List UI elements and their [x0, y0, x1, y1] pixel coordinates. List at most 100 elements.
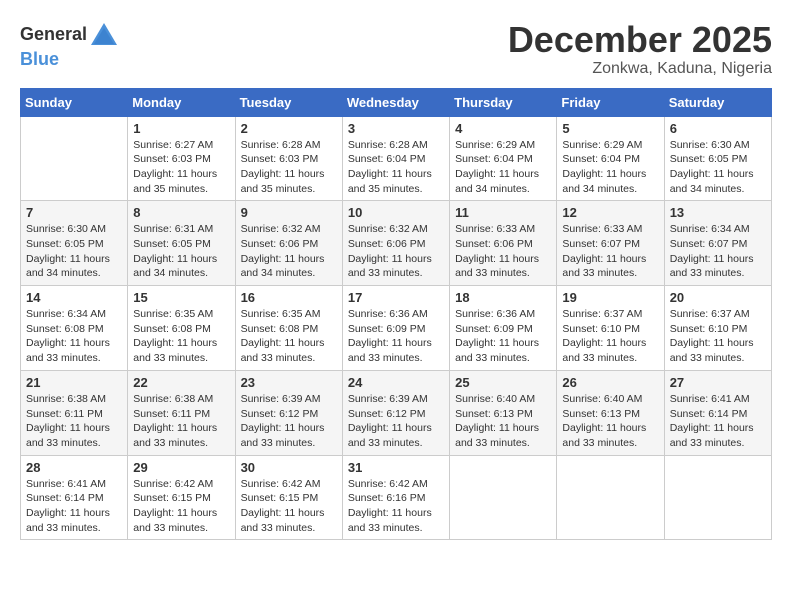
day-number: 29 [133, 460, 229, 475]
cell-info: Sunrise: 6:29 AM Sunset: 6:04 PM Dayligh… [562, 138, 658, 197]
cell-info: Sunrise: 6:42 AM Sunset: 6:15 PM Dayligh… [133, 477, 229, 536]
month-title: December 2025 [508, 20, 772, 60]
day-number: 21 [26, 375, 122, 390]
day-number: 31 [348, 460, 444, 475]
cell-info: Sunrise: 6:34 AM Sunset: 6:07 PM Dayligh… [670, 222, 766, 281]
day-header-saturday: Saturday [664, 88, 771, 116]
cell-info: Sunrise: 6:29 AM Sunset: 6:04 PM Dayligh… [455, 138, 551, 197]
calendar-cell: 23 Sunrise: 6:39 AM Sunset: 6:12 PM Dayli… [235, 370, 342, 455]
day-number: 18 [455, 290, 551, 305]
day-number: 16 [241, 290, 337, 305]
day-header-tuesday: Tuesday [235, 88, 342, 116]
calendar-cell: 20Sunrise: 6:37 AM Sunset: 6:10 PM Dayli… [664, 286, 771, 371]
cell-info: Sunrise: 6:30 AM Sunset: 6:05 PM Dayligh… [670, 138, 766, 197]
cell-info: Sunrise: 6:37 AM Sunset: 6:10 PM Dayligh… [670, 307, 766, 366]
cell-info: Sunrise: 6:33 AM Sunset: 6:07 PM Dayligh… [562, 222, 658, 281]
cell-info: Sunrise: 6:40 AM Sunset: 6:13 PM Dayligh… [562, 392, 658, 451]
calendar-cell: 28 Sunrise: 6:41 AM Sunset: 6:14 PM Dayli… [21, 455, 128, 540]
day-number: 24 [348, 375, 444, 390]
day-number: 28 [26, 460, 122, 475]
day-number: 11 [455, 205, 551, 220]
week-row-3: 14 Sunrise: 6:34 AM Sunset: 6:08 PM Dayli… [21, 286, 772, 371]
day-number: 6 [670, 121, 766, 136]
day-header-thursday: Thursday [450, 88, 557, 116]
calendar-header-row: SundayMondayTuesdayWednesdayThursdayFrid… [21, 88, 772, 116]
day-number: 25 [455, 375, 551, 390]
cell-info: Sunrise: 6:32 AM Sunset: 6:06 PM Dayligh… [348, 222, 444, 281]
logo-icon [89, 20, 119, 50]
cell-info: Sunrise: 6:41 AM Sunset: 6:14 PM Dayligh… [26, 477, 122, 536]
logo-blue-text: Blue [20, 49, 59, 69]
calendar-cell: 7 Sunrise: 6:30 AM Sunset: 6:05 PM Daylig… [21, 201, 128, 286]
day-number: 15 [133, 290, 229, 305]
cell-info: Sunrise: 6:40 AM Sunset: 6:13 PM Dayligh… [455, 392, 551, 451]
cell-info: Sunrise: 6:35 AM Sunset: 6:08 PM Dayligh… [241, 307, 337, 366]
calendar-cell: 13 Sunrise: 6:34 AM Sunset: 6:07 PM Dayli… [664, 201, 771, 286]
day-number: 30 [241, 460, 337, 475]
calendar-cell: 24 Sunrise: 6:39 AM Sunset: 6:12 PM Dayli… [342, 370, 449, 455]
cell-info: Sunrise: 6:34 AM Sunset: 6:08 PM Dayligh… [26, 307, 122, 366]
calendar-cell: 22 Sunrise: 6:38 AM Sunset: 6:11 PM Dayli… [128, 370, 235, 455]
week-row-2: 7 Sunrise: 6:30 AM Sunset: 6:05 PM Daylig… [21, 201, 772, 286]
day-number: 4 [455, 121, 551, 136]
title-block: December 2025 Zonkwa, Kaduna, Nigeria [508, 20, 772, 78]
day-number: 7 [26, 205, 122, 220]
logo-general-text: General [20, 25, 87, 45]
day-number: 12 [562, 205, 658, 220]
week-row-5: 28 Sunrise: 6:41 AM Sunset: 6:14 PM Dayli… [21, 455, 772, 540]
calendar-cell: 16 Sunrise: 6:35 AM Sunset: 6:08 PM Dayli… [235, 286, 342, 371]
calendar-cell: 27Sunrise: 6:41 AM Sunset: 6:14 PM Dayli… [664, 370, 771, 455]
location: Zonkwa, Kaduna, Nigeria [508, 60, 772, 78]
cell-info: Sunrise: 6:33 AM Sunset: 6:06 PM Dayligh… [455, 222, 551, 281]
calendar-cell: 8 Sunrise: 6:31 AM Sunset: 6:05 PM Daylig… [128, 201, 235, 286]
day-header-monday: Monday [128, 88, 235, 116]
day-number: 26 [562, 375, 658, 390]
day-number: 10 [348, 205, 444, 220]
calendar-cell: 18Sunrise: 6:36 AM Sunset: 6:09 PM Dayli… [450, 286, 557, 371]
cell-info: Sunrise: 6:42 AM Sunset: 6:16 PM Dayligh… [348, 477, 444, 536]
calendar-cell: 2 Sunrise: 6:28 AM Sunset: 6:03 PM Daylig… [235, 116, 342, 201]
cell-info: Sunrise: 6:42 AM Sunset: 6:15 PM Dayligh… [241, 477, 337, 536]
calendar-cell: 31 Sunrise: 6:42 AM Sunset: 6:16 PM Dayli… [342, 455, 449, 540]
calendar-cell: 14 Sunrise: 6:34 AM Sunset: 6:08 PM Dayli… [21, 286, 128, 371]
day-number: 5 [562, 121, 658, 136]
cell-info: Sunrise: 6:39 AM Sunset: 6:12 PM Dayligh… [348, 392, 444, 451]
calendar-cell: 12 Sunrise: 6:33 AM Sunset: 6:07 PM Dayli… [557, 201, 664, 286]
calendar-cell: 10 Sunrise: 6:32 AM Sunset: 6:06 PM Dayli… [342, 201, 449, 286]
cell-info: Sunrise: 6:36 AM Sunset: 6:09 PM Dayligh… [348, 307, 444, 366]
cell-info: Sunrise: 6:31 AM Sunset: 6:05 PM Dayligh… [133, 222, 229, 281]
calendar-cell [21, 116, 128, 201]
cell-info: Sunrise: 6:39 AM Sunset: 6:12 PM Dayligh… [241, 392, 337, 451]
cell-info: Sunrise: 6:37 AM Sunset: 6:10 PM Dayligh… [562, 307, 658, 366]
week-row-4: 21 Sunrise: 6:38 AM Sunset: 6:11 PM Dayli… [21, 370, 772, 455]
cell-info: Sunrise: 6:30 AM Sunset: 6:05 PM Dayligh… [26, 222, 122, 281]
day-header-friday: Friday [557, 88, 664, 116]
day-number: 14 [26, 290, 122, 305]
calendar-cell: 30 Sunrise: 6:42 AM Sunset: 6:15 PM Dayli… [235, 455, 342, 540]
calendar-table: SundayMondayTuesdayWednesdayThursdayFrid… [20, 88, 772, 541]
cell-info: Sunrise: 6:41 AM Sunset: 6:14 PM Dayligh… [670, 392, 766, 451]
calendar-cell: 3 Sunrise: 6:28 AM Sunset: 6:04 PM Daylig… [342, 116, 449, 201]
cell-info: Sunrise: 6:28 AM Sunset: 6:04 PM Dayligh… [348, 138, 444, 197]
cell-info: Sunrise: 6:38 AM Sunset: 6:11 PM Dayligh… [133, 392, 229, 451]
calendar-cell [664, 455, 771, 540]
day-number: 1 [133, 121, 229, 136]
calendar-cell: 6 Sunrise: 6:30 AM Sunset: 6:05 PM Daylig… [664, 116, 771, 201]
day-number: 3 [348, 121, 444, 136]
cell-info: Sunrise: 6:38 AM Sunset: 6:11 PM Dayligh… [26, 392, 122, 451]
calendar-cell: 21 Sunrise: 6:38 AM Sunset: 6:11 PM Dayli… [21, 370, 128, 455]
day-number: 8 [133, 205, 229, 220]
logo: General Blue [20, 20, 119, 70]
day-number: 22 [133, 375, 229, 390]
day-number: 2 [241, 121, 337, 136]
day-number: 19 [562, 290, 658, 305]
cell-info: Sunrise: 6:28 AM Sunset: 6:03 PM Dayligh… [241, 138, 337, 197]
calendar-cell: 1Sunrise: 6:27 AM Sunset: 6:03 PM Daylig… [128, 116, 235, 201]
calendar-cell: 17Sunrise: 6:36 AM Sunset: 6:09 PM Dayli… [342, 286, 449, 371]
calendar-cell: 4 Sunrise: 6:29 AM Sunset: 6:04 PM Daylig… [450, 116, 557, 201]
day-header-wednesday: Wednesday [342, 88, 449, 116]
day-number: 13 [670, 205, 766, 220]
day-number: 9 [241, 205, 337, 220]
day-number: 23 [241, 375, 337, 390]
calendar-cell: 26 Sunrise: 6:40 AM Sunset: 6:13 PM Dayli… [557, 370, 664, 455]
